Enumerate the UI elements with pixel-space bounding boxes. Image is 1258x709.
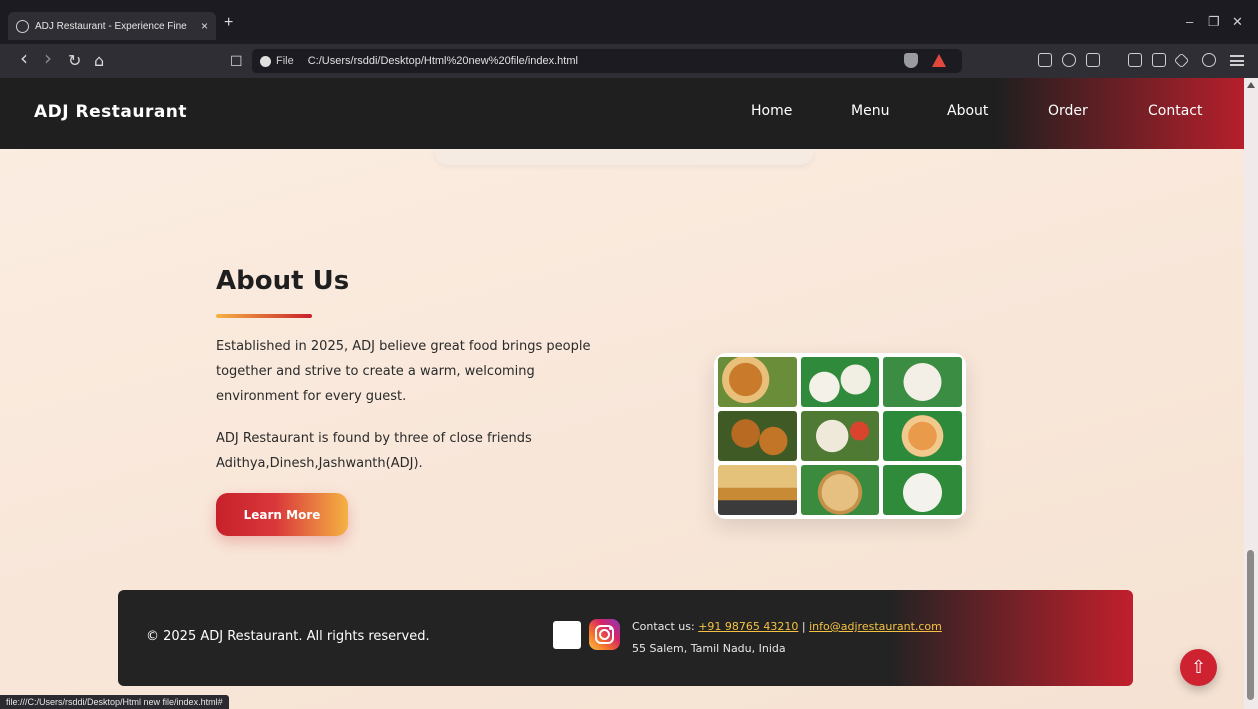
page-viewport: ADJ Restaurant Home Menu About Order Con… xyxy=(0,78,1244,709)
address-text: 55 Salem, Tamil Nadu, Inida xyxy=(632,642,786,655)
screenshot-icon[interactable] xyxy=(1086,53,1100,67)
food-photo-pizza-dosa xyxy=(883,411,962,461)
food-photo-puri xyxy=(718,357,797,407)
food-photo-appam xyxy=(883,465,962,515)
food-collage-image xyxy=(714,353,966,519)
instagram-lens xyxy=(599,629,610,640)
nav-order[interactable]: Order xyxy=(1048,103,1088,119)
wallet-icon[interactable] xyxy=(1038,53,1052,67)
status-bar: file:///C:/Users/rsddi/Desktop/Html new … xyxy=(0,695,229,709)
browser-tab-bar: ADJ Restaurant - Experience Fine × + – ❐… xyxy=(0,0,1258,44)
back-to-top-button[interactable]: ⇧ xyxy=(1180,649,1217,686)
back-button[interactable]: ‹ xyxy=(20,48,28,68)
previous-section-card xyxy=(434,149,814,165)
globe-icon xyxy=(16,19,29,33)
menu-icon[interactable] xyxy=(1230,55,1244,66)
contact-separator: | xyxy=(801,620,806,633)
browser-toolbar: ‹ › ↻ ⌂ ☐ File C:/Users/rsddi/Desktop/Ht… xyxy=(0,44,1258,78)
url-scheme-label: File xyxy=(276,55,294,67)
contact-prefix: Contact us: xyxy=(632,620,695,633)
email-link[interactable]: info@adjrestaurant.com xyxy=(809,620,942,633)
instagram-icon[interactable] xyxy=(589,619,620,650)
scroll-up-arrow-icon[interactable] xyxy=(1247,82,1255,88)
address-bar[interactable]: File C:/Users/rsddi/Desktop/Html%20new%2… xyxy=(252,49,962,73)
minimize-button[interactable]: – xyxy=(1186,14,1193,29)
brand-logo[interactable]: ADJ Restaurant xyxy=(34,102,187,122)
vpn-icon[interactable] xyxy=(1202,53,1216,67)
site-footer: © 2025 ADJ Restaurant. All rights reserv… xyxy=(118,590,1133,686)
facebook-icon[interactable] xyxy=(553,621,581,649)
about-title: About Us xyxy=(216,266,350,296)
nav-about[interactable]: About xyxy=(947,103,988,119)
extensions-icon[interactable] xyxy=(1062,53,1076,67)
info-icon[interactable] xyxy=(260,55,271,67)
nav-contact[interactable]: Contact xyxy=(1148,103,1202,119)
nav-menu[interactable]: Menu xyxy=(851,103,889,119)
close-window-button[interactable]: ✕ xyxy=(1232,14,1243,30)
food-photo-vada xyxy=(718,411,797,461)
new-tab-button[interactable]: + xyxy=(224,14,233,32)
food-photo-uttapam xyxy=(800,411,880,461)
site-header: ADJ Restaurant Home Menu About Order Con… xyxy=(0,78,1244,149)
about-paragraph-1: Established in 2025, ADJ believe great f… xyxy=(216,339,591,404)
leo-ai-icon[interactable] xyxy=(1173,52,1190,69)
food-photo-pongal xyxy=(883,357,962,407)
brave-shield-icon[interactable] xyxy=(904,53,918,68)
reload-button[interactable]: ↻ xyxy=(68,52,81,70)
phone-link[interactable]: +91 98765 43210 xyxy=(698,620,798,633)
food-photo-parotta xyxy=(800,465,880,515)
nav-home[interactable]: Home xyxy=(751,103,792,119)
about-paragraph-2: ADJ Restaurant is found by three of clos… xyxy=(216,431,532,471)
home-button[interactable]: ⌂ xyxy=(94,52,104,70)
scrollbar-thumb[interactable] xyxy=(1247,550,1254,700)
sidebar-icon[interactable] xyxy=(1128,53,1142,67)
learn-more-button[interactable]: Learn More xyxy=(216,493,348,536)
restore-button[interactable]: ❐ xyxy=(1208,14,1220,30)
tab-close-button[interactable]: × xyxy=(201,19,208,33)
browser-tab[interactable]: ADJ Restaurant - Experience Fine × xyxy=(8,12,216,40)
wallet-panel-icon[interactable] xyxy=(1152,53,1166,67)
tab-title: ADJ Restaurant - Experience Fine xyxy=(35,20,187,32)
food-photo-idli xyxy=(800,357,880,407)
contact-line: Contact us: +91 98765 43210 | info@adjre… xyxy=(632,620,942,633)
title-underline xyxy=(216,314,312,318)
forward-button[interactable]: › xyxy=(44,48,52,68)
rewards-icon[interactable] xyxy=(932,54,946,67)
url-text[interactable]: C:/Users/rsddi/Desktop/Html%20new%20file… xyxy=(308,55,578,67)
food-photo-dosa xyxy=(718,465,797,515)
bookmark-icon[interactable]: ☐ xyxy=(230,53,243,71)
instagram-dot xyxy=(609,627,612,630)
copyright-text: © 2025 ADJ Restaurant. All rights reserv… xyxy=(146,629,430,644)
